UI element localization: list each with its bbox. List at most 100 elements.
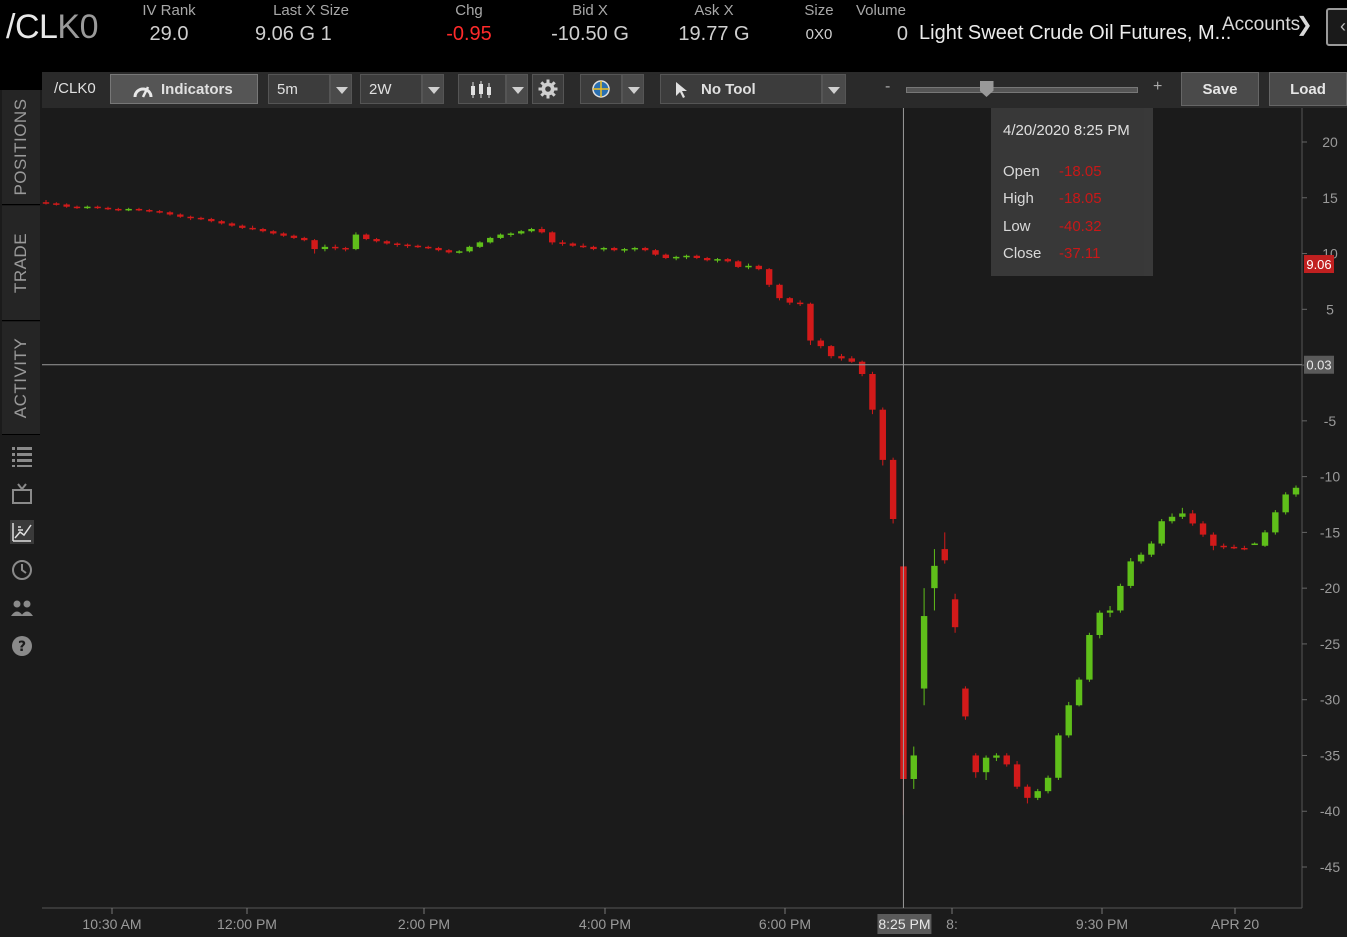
list-icon[interactable] [10, 444, 34, 468]
candlestick-icon [471, 81, 491, 98]
symbol-display: /CLK0 [6, 8, 99, 46]
candle [218, 221, 225, 224]
candle [332, 246, 339, 249]
candle [445, 250, 453, 253]
settings-button[interactable] [532, 74, 564, 104]
candle [135, 208, 143, 211]
candle [838, 356, 845, 359]
y-tick-label: -45 [1320, 859, 1340, 875]
y-tick-label: 15 [1322, 190, 1338, 206]
candle [1137, 554, 1145, 562]
chart-toolbar: /CLK0 Indicators 5m 2W No Tool - + Save … [42, 72, 1347, 109]
zoom-slider-handle[interactable] [979, 81, 994, 97]
candle [94, 206, 101, 209]
collapse-icon[interactable]: ‹ [1326, 8, 1347, 46]
candle [1075, 679, 1083, 706]
candle [817, 340, 824, 347]
candle [786, 298, 794, 303]
gear-icon [538, 79, 558, 99]
candle [270, 231, 277, 234]
candle [1106, 610, 1114, 613]
candle [466, 246, 473, 252]
size: Size 0X0 [804, 2, 834, 43]
candle [497, 234, 504, 238]
x-tick-label: 12:00 PM [217, 916, 277, 932]
candle [765, 269, 773, 285]
candle [548, 232, 556, 243]
drawing-tool-dropdown[interactable] [822, 74, 846, 104]
candle [290, 235, 298, 238]
candle [425, 246, 432, 249]
candle [228, 223, 236, 226]
candle [1086, 635, 1093, 680]
candle [311, 240, 318, 250]
candle [1272, 512, 1279, 533]
candle [796, 302, 804, 305]
chart-symbol[interactable]: /CLK0 [54, 80, 96, 97]
candle [1189, 513, 1196, 524]
x-tick-label: 4:00 PM [579, 916, 631, 932]
candle [1168, 516, 1176, 522]
zoom-slider[interactable] [906, 87, 1138, 93]
y-tick-label: -15 [1320, 524, 1340, 540]
y-tick-label: -20 [1320, 580, 1340, 596]
price-chart[interactable]: 20151050-5-10-15-20-25-30-35-40-4510:30 … [42, 108, 1347, 937]
candle [487, 237, 494, 243]
zoom-in-button[interactable]: + [1153, 78, 1162, 96]
charts-icon[interactable] [10, 520, 34, 544]
candle [73, 206, 81, 209]
analyze-icon[interactable] [10, 558, 34, 582]
candle [208, 218, 215, 222]
candle [941, 549, 948, 561]
candle [1003, 755, 1010, 765]
aggregation-dropdown[interactable] [330, 74, 352, 104]
drawing-tool-select[interactable]: No Tool [660, 74, 822, 104]
candle [342, 247, 349, 250]
chevron-down-icon[interactable]: ❯ [1296, 12, 1313, 37]
tab-positions[interactable]: POSITIONS [2, 90, 40, 205]
candle [84, 206, 91, 209]
drawings-button[interactable] [580, 74, 622, 104]
timeframe-select[interactable]: 2W [360, 74, 422, 104]
candle [951, 599, 959, 628]
indicators-button[interactable]: Indicators [110, 74, 258, 104]
candle [1199, 523, 1207, 535]
candle [249, 227, 256, 230]
candle [187, 216, 194, 219]
instrument-description: Light Sweet Crude Oil Futures, M... [919, 22, 1232, 44]
load-button[interactable]: Load [1269, 72, 1347, 106]
candle [714, 259, 721, 261]
candle [827, 346, 835, 357]
tv-icon[interactable] [10, 482, 34, 506]
candle [1065, 705, 1072, 736]
aggregation-select[interactable]: 5m [268, 74, 330, 104]
candle [993, 755, 1000, 758]
candle [807, 303, 814, 341]
tab-activity[interactable]: ACTIVITY [2, 322, 40, 435]
candle [931, 565, 938, 589]
drawings-dropdown[interactable] [622, 74, 644, 104]
chart-style-button[interactable] [458, 74, 506, 104]
tab-trade[interactable]: TRADE [2, 206, 40, 321]
candle [848, 358, 855, 362]
candle [1034, 791, 1041, 798]
zoom-out-button[interactable]: - [885, 78, 890, 96]
candle [610, 247, 618, 251]
bid: Bid X -10.50 G [551, 2, 629, 45]
timeframe-dropdown[interactable] [422, 74, 444, 104]
help-icon[interactable]: ? [10, 634, 34, 658]
cursor-arrow-icon [676, 82, 687, 98]
candle [166, 212, 174, 215]
candle [197, 217, 205, 220]
save-button[interactable]: Save [1181, 72, 1259, 106]
candle [879, 409, 886, 460]
candle [476, 242, 484, 247]
tooltip-high: High -18.05 [1003, 190, 1102, 207]
community-icon[interactable] [10, 596, 34, 620]
candle [1096, 612, 1103, 635]
accounts-dropdown[interactable]: Accounts [1222, 14, 1300, 36]
chart-style-dropdown[interactable] [506, 74, 528, 104]
tooltip-close: Close -37.11 [1003, 245, 1101, 262]
candle [1158, 521, 1165, 544]
candle [590, 246, 597, 250]
